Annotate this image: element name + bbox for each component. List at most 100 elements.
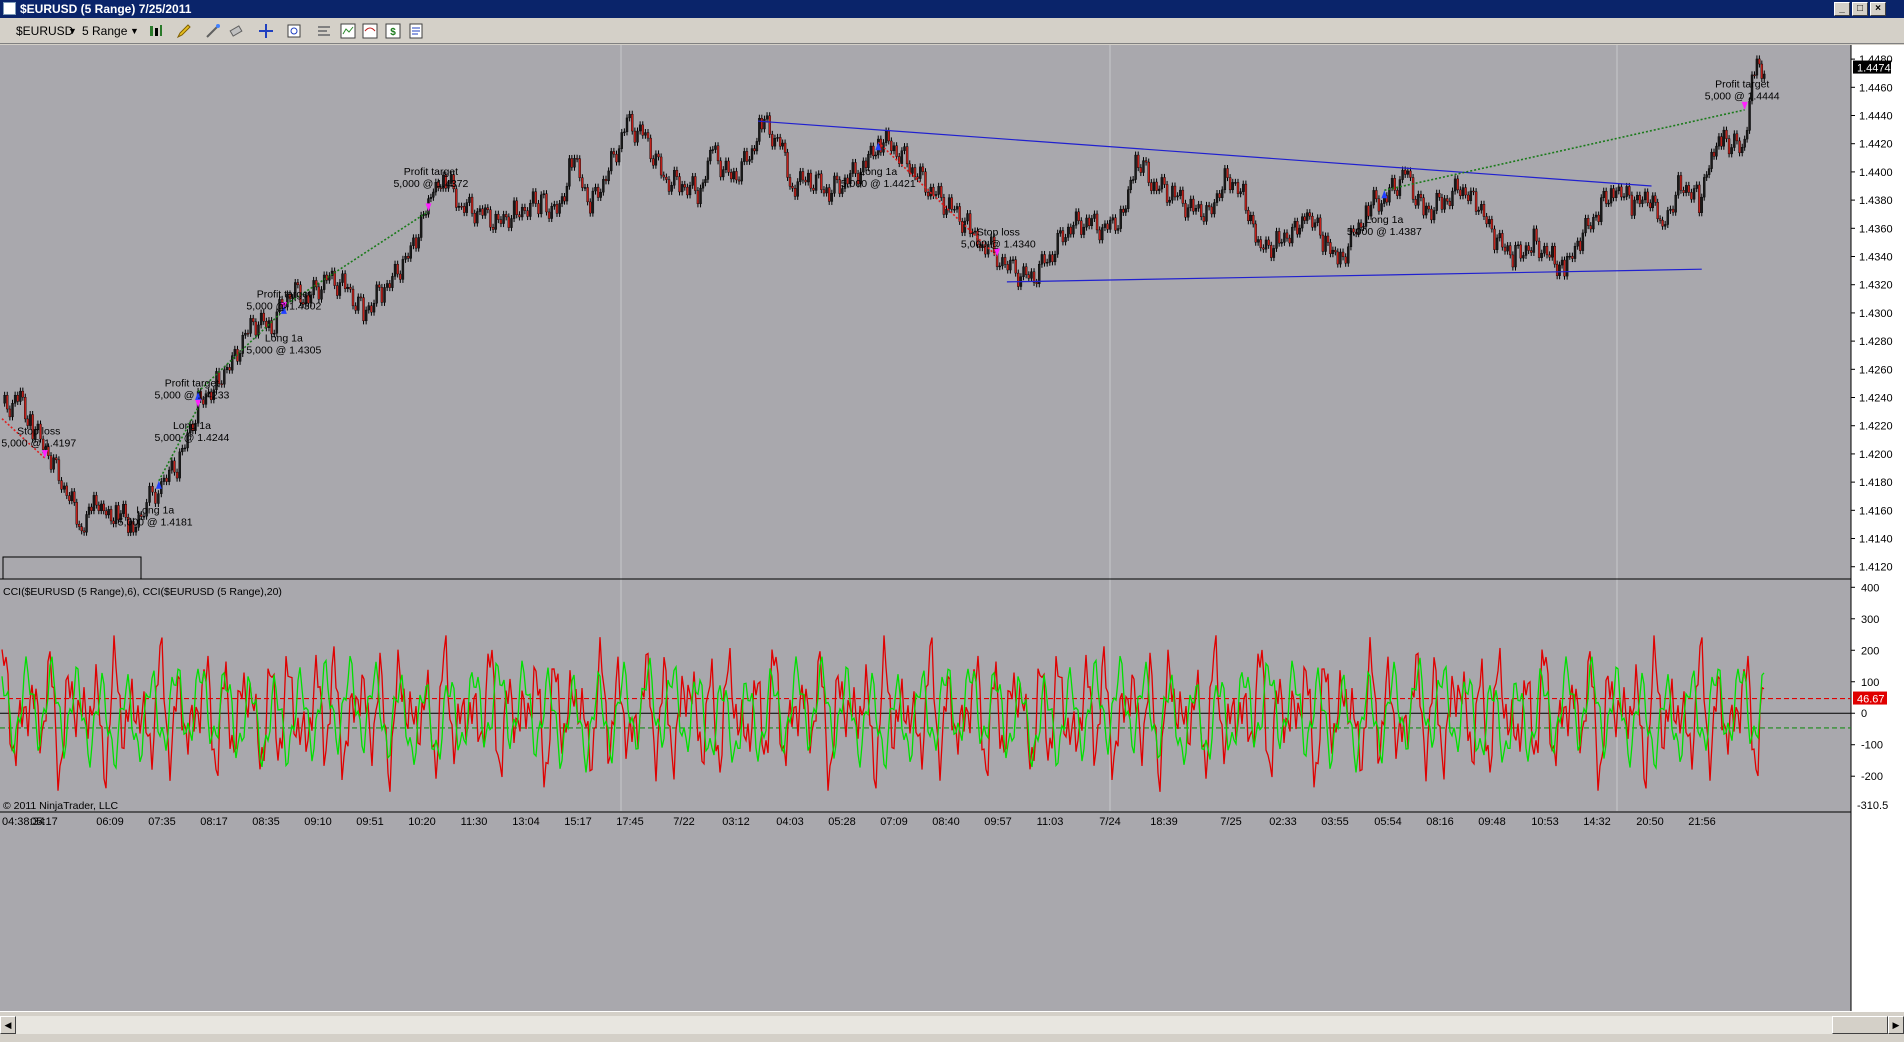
scroll-left-icon[interactable]: ◀ bbox=[0, 1016, 16, 1034]
price-bar bbox=[924, 171, 927, 193]
price-bar bbox=[1218, 193, 1221, 198]
strategies-icon[interactable] bbox=[362, 23, 378, 39]
trade-annotation-detail: 5,000 @ 1.4340 bbox=[961, 239, 1036, 251]
price-bar bbox=[1493, 228, 1496, 250]
price-bar bbox=[1022, 266, 1025, 277]
price-bar bbox=[542, 193, 546, 196]
price-bar bbox=[1735, 133, 1739, 142]
price-bar bbox=[526, 210, 529, 217]
chart-canvas[interactable]: 1.4120 1.4140 1.4160 1.4180 1.4200 1.4220 1.42… bbox=[0, 45, 1904, 1011]
indicators-icon[interactable] bbox=[340, 23, 356, 39]
price-bar bbox=[1406, 170, 1410, 175]
wand-icon[interactable] bbox=[205, 23, 221, 39]
price-bar bbox=[391, 276, 394, 288]
price-bar bbox=[1653, 195, 1657, 203]
scroll-track[interactable] bbox=[16, 1016, 1888, 1034]
trade-annotation-detail: 5,000 @ 1.4305 bbox=[246, 344, 321, 356]
price-bar bbox=[296, 282, 300, 286]
price-bar bbox=[955, 206, 959, 210]
price-bar bbox=[768, 115, 771, 135]
scroll-right-icon[interactable]: ▶ bbox=[1888, 1016, 1904, 1034]
price-bar bbox=[950, 197, 953, 210]
price-bar bbox=[1622, 196, 1626, 198]
price-bar bbox=[1296, 221, 1299, 235]
price-bar bbox=[6, 395, 9, 410]
chevron-down-icon[interactable]: ▼ bbox=[68, 22, 77, 40]
data-box-icon[interactable] bbox=[408, 23, 424, 39]
price-bar bbox=[1127, 189, 1130, 209]
price-bar bbox=[1700, 196, 1703, 213]
price-bar bbox=[8, 408, 12, 418]
price-bar bbox=[699, 187, 702, 205]
pencil-icon[interactable] bbox=[176, 23, 192, 39]
price-bar bbox=[825, 187, 828, 194]
zoom-icon[interactable] bbox=[286, 23, 302, 39]
price-bar bbox=[183, 447, 187, 450]
price-bar bbox=[1671, 208, 1675, 213]
properties-icon[interactable] bbox=[316, 23, 332, 39]
maximize-button[interactable]: □ bbox=[1852, 2, 1868, 16]
price-bar bbox=[1440, 197, 1444, 210]
price-bar bbox=[16, 394, 19, 402]
x-tick-label: 10:53 bbox=[1531, 816, 1559, 828]
price-bar bbox=[24, 396, 27, 420]
x-tick-label: 21:56 bbox=[1688, 816, 1716, 828]
price-bar bbox=[1501, 233, 1504, 248]
price-y-tick-label: 1.4160 bbox=[1859, 505, 1893, 517]
price-bar bbox=[1687, 185, 1691, 193]
price-bar bbox=[688, 185, 692, 196]
dollar-icon[interactable]: $ bbox=[385, 23, 401, 39]
chart-area[interactable]: 1.4120 1.4140 1.4160 1.4180 1.4200 1.4220 1.42… bbox=[0, 45, 1904, 1011]
scroll-thumb[interactable] bbox=[1832, 1016, 1888, 1034]
price-bar bbox=[623, 131, 626, 134]
price-bar bbox=[596, 186, 600, 198]
price-bar bbox=[3, 395, 6, 404]
price-bar bbox=[657, 153, 660, 158]
title-bar: $EURUSD (5 Range) 7/25/2011 _ □ × bbox=[0, 0, 1904, 18]
price-y-tick-label: 1.4260 bbox=[1859, 364, 1893, 376]
instrument-selector[interactable]: $EURUSD bbox=[16, 22, 73, 40]
bar-style-icon[interactable] bbox=[148, 23, 164, 39]
period-selector[interactable]: 5 Range bbox=[82, 22, 127, 40]
price-bar bbox=[336, 285, 339, 296]
close-button[interactable]: × bbox=[1870, 2, 1886, 16]
x-tick-label: 03:12 bbox=[722, 816, 750, 828]
price-bar bbox=[238, 353, 242, 362]
price-bar bbox=[659, 156, 663, 176]
price-bar bbox=[1625, 186, 1628, 197]
price-bar bbox=[1326, 235, 1330, 243]
price-bar bbox=[1717, 136, 1721, 147]
chevron-down-icon[interactable]: ▼ bbox=[130, 22, 139, 40]
price-bar bbox=[346, 287, 349, 289]
price-bar bbox=[1059, 230, 1062, 234]
price-bar bbox=[523, 207, 527, 211]
eraser-icon[interactable] bbox=[228, 23, 244, 39]
minimize-button[interactable]: _ bbox=[1834, 2, 1850, 16]
price-bar bbox=[80, 526, 83, 532]
price-bar bbox=[711, 149, 714, 151]
price-bar bbox=[1009, 259, 1012, 271]
price-bar bbox=[1581, 232, 1585, 251]
price-bar bbox=[1710, 151, 1713, 169]
x-tick-label: 13:04 bbox=[512, 816, 540, 828]
price-bar bbox=[65, 485, 68, 496]
horizontal-scrollbar[interactable]: ◀ ▶ bbox=[0, 1011, 1904, 1042]
price-bar bbox=[510, 218, 513, 228]
price-bar bbox=[1080, 220, 1083, 235]
price-bar bbox=[575, 158, 579, 160]
price-bar bbox=[1129, 179, 1132, 190]
price-bar bbox=[1409, 170, 1412, 178]
price-bar bbox=[1509, 245, 1512, 256]
price-bar bbox=[1651, 195, 1654, 209]
price-bar bbox=[460, 205, 463, 208]
trade-annotation-title: Long 1a bbox=[1365, 214, 1403, 226]
crosshair-icon[interactable] bbox=[258, 23, 274, 39]
x-tick-label: 09:10 bbox=[304, 816, 332, 828]
price-bar bbox=[462, 206, 466, 213]
price-bar bbox=[1082, 226, 1086, 235]
price-bar bbox=[90, 506, 93, 511]
price-bar bbox=[372, 302, 376, 313]
price-y-tick-label: 1.4180 bbox=[1859, 477, 1893, 489]
price-bar bbox=[364, 309, 368, 322]
price-bar bbox=[1334, 249, 1337, 253]
